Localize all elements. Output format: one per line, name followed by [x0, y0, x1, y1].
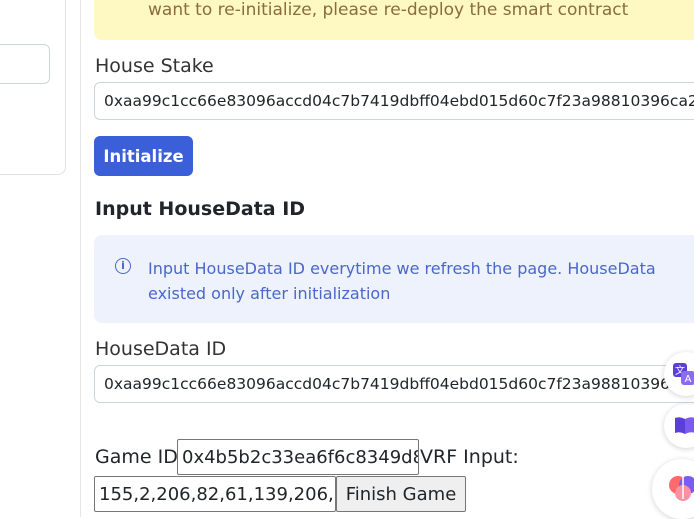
vrf-input-label: VRF Input:: [420, 446, 519, 468]
book-fab[interactable]: [664, 404, 694, 448]
translate-icon: 文 A: [673, 363, 694, 385]
info-icon: i: [115, 258, 131, 274]
initialize-button[interactable]: Initialize: [94, 136, 193, 176]
left-panel-input[interactable]: [0, 44, 50, 84]
svg-text:A: A: [685, 374, 692, 385]
brain-fab[interactable]: [652, 459, 694, 519]
housedata-heading: Input HouseData ID: [95, 198, 306, 220]
housedata-id-input[interactable]: [94, 365, 694, 403]
warning-text: want to re-initialize, please re-deploy …: [148, 0, 629, 20]
column-divider: [80, 0, 81, 517]
info-text: Input HouseData ID everytime we refresh …: [148, 259, 656, 303]
game-id-input[interactable]: [177, 439, 419, 475]
brain-icon: [669, 476, 694, 501]
house-stake-input[interactable]: [94, 82, 694, 120]
finish-game-button[interactable]: Finish Game: [336, 476, 466, 512]
housedata-id-label: HouseData ID: [95, 338, 227, 360]
game-id-label: Game ID:: [95, 446, 185, 468]
house-stake-label: House Stake: [95, 55, 214, 77]
vrf-input-field[interactable]: [94, 476, 336, 512]
book-icon: [675, 417, 694, 434]
left-panel-card: [0, 0, 66, 175]
